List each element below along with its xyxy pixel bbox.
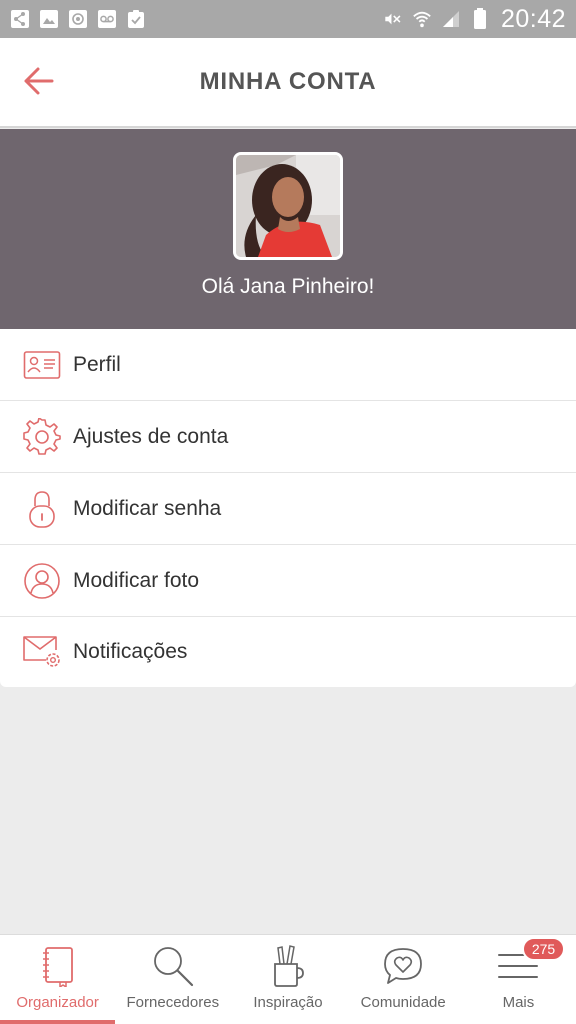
nav-label: Comunidade — [360, 994, 446, 1011]
nav-item-inspiracao[interactable]: Inspiração — [230, 935, 345, 1024]
at-icon — [68, 9, 88, 29]
menu-item-label: Perfil — [73, 352, 121, 376]
avatar[interactable] — [233, 152, 343, 260]
menu-item-notificacoes[interactable]: Notificações — [0, 617, 576, 687]
menu-item-label: Modificar foto — [73, 568, 200, 592]
heart-chat-icon — [380, 943, 426, 989]
share-icon — [10, 9, 30, 29]
nav-item-comunidade[interactable]: Comunidade — [346, 935, 461, 1024]
menu-item-perfil[interactable]: Perfil — [0, 329, 576, 401]
id-card-icon — [22, 345, 62, 385]
status-bar-notifications — [10, 9, 146, 29]
menu-item-label: Ajustes de conta — [73, 424, 229, 448]
menu-item-label: Notificações — [73, 640, 188, 663]
page-title: MINHA CONTA — [199, 68, 377, 95]
status-time: 20:42 — [500, 4, 566, 33]
voicemail-icon — [97, 9, 117, 29]
signal-icon — [441, 9, 461, 29]
app-header: MINHA CONTA — [0, 38, 576, 128]
profile-banner: Olá Jana Pinheiro! — [0, 129, 576, 329]
nav-item-organizador[interactable]: Organizador — [0, 935, 115, 1024]
greeting-text: Olá Jana Pinheiro! — [201, 275, 375, 298]
nav-label: Fornecedores — [126, 994, 220, 1011]
account-menu: Perfil Ajustes de conta Modificar senha … — [0, 329, 576, 687]
nav-item-fornecedores[interactable]: Fornecedores — [115, 935, 230, 1024]
menu-item-foto[interactable]: Modificar foto — [0, 545, 576, 617]
image-icon — [39, 9, 59, 29]
back-button[interactable] — [20, 65, 56, 101]
menu-item-ajustes[interactable]: Ajustes de conta — [0, 401, 576, 473]
mute-icon — [383, 9, 403, 29]
arrow-left-icon — [22, 65, 54, 102]
mail-settings-icon — [22, 632, 62, 672]
notification-badge: 275 — [521, 937, 566, 961]
clipboard-check-icon — [126, 9, 146, 29]
nav-label: Organizador — [16, 994, 99, 1011]
gear-icon — [22, 417, 62, 457]
user-circle-icon — [22, 561, 62, 601]
menu-item-senha[interactable]: Modificar senha — [0, 473, 576, 545]
nav-label: Mais — [502, 994, 535, 1011]
status-bar: 20:42 — [0, 0, 576, 38]
nav-item-mais[interactable]: Mais 275 — [461, 935, 576, 1024]
wifi-icon — [412, 9, 432, 29]
active-tab-indicator — [0, 1020, 115, 1024]
notebook-icon — [35, 943, 81, 989]
lock-icon — [22, 489, 62, 529]
menu-item-label: Modificar senha — [73, 496, 222, 520]
nav-label: Inspiração — [253, 994, 323, 1011]
battery-icon — [470, 8, 490, 29]
status-bar-system: 20:42 — [383, 5, 566, 34]
pencil-cup-icon — [265, 943, 311, 989]
search-icon — [150, 943, 196, 989]
bottom-nav: Organizador Fornecedores Inspiração Comu… — [0, 934, 576, 1024]
